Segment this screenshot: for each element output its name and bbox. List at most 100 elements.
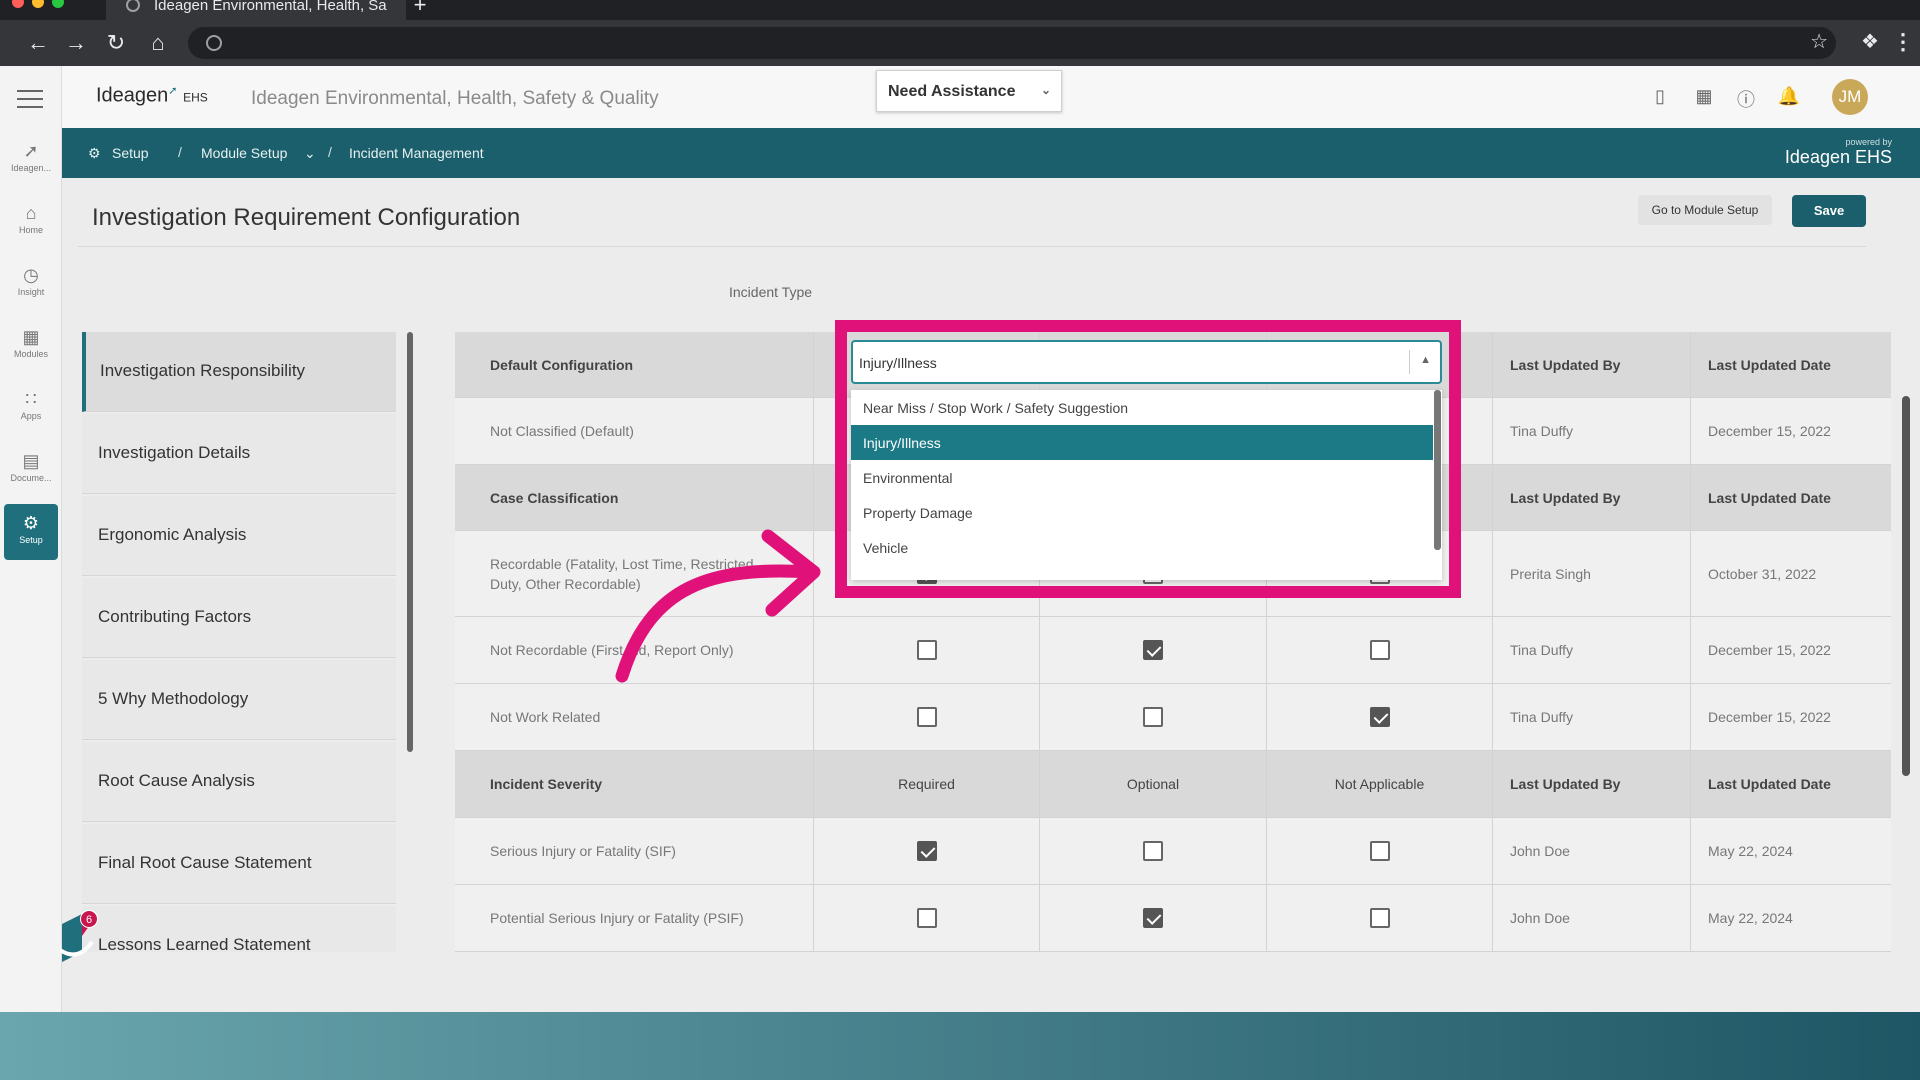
powered-by-label: powered by <box>1845 137 1892 147</box>
browser-menu-icon[interactable]: ⋮ <box>1892 29 1914 55</box>
optional-checkbox[interactable] <box>1143 908 1163 928</box>
leftnav-item-apps[interactable]: ∷ Apps <box>4 388 58 444</box>
menu-item-contributing-factors[interactable]: Contributing Factors <box>82 578 396 658</box>
leftnav-item-ideagen[interactable]: ➚ Ideagen... <box>4 140 58 196</box>
new-tab-button[interactable]: + <box>408 0 432 18</box>
column-header: Last Updated By <box>1493 332 1691 397</box>
breadcrumb-setup[interactable]: Setup <box>112 145 149 161</box>
bookmark-star-icon[interactable]: ☆ <box>1810 29 1828 54</box>
menu-item-final-root-cause-statement[interactable]: Final Root Cause Statement <box>82 824 396 904</box>
leftnav-item-documents[interactable]: ▤ Docume... <box>4 450 58 506</box>
menu-item-investigation-details[interactable]: Investigation Details <box>82 414 396 494</box>
menu-item-lessons-learned-statement[interactable]: Lessons Learned Statement <box>82 906 396 952</box>
tab-favicon-icon <box>126 0 140 12</box>
required-checkbox[interactable] <box>916 707 937 727</box>
bell-icon[interactable]: 🔔 <box>1777 86 1801 107</box>
window-minimize-control[interactable] <box>32 0 44 8</box>
required-cell <box>814 818 1040 884</box>
chevron-down-icon: ⌄ <box>1040 83 1051 97</box>
optional-cell <box>1040 818 1267 884</box>
back-icon[interactable]: ← <box>24 29 52 57</box>
not-applicable-checkbox[interactable] <box>1369 707 1390 727</box>
not-applicable-checkbox[interactable] <box>1369 908 1390 928</box>
last-updated-by: Prerita Singh <box>1493 531 1691 616</box>
help-icon[interactable]: ⓘ <box>1734 86 1758 112</box>
ideagen-logo[interactable]: Ideagen➚ EHS <box>96 84 208 108</box>
address-bar[interactable]: ☆ <box>188 27 1836 59</box>
menu-item-investigation-responsibility[interactable]: Investigation Responsibility <box>82 332 396 412</box>
mobile-icon[interactable]: ▯ <box>1648 86 1672 107</box>
optional-checkbox[interactable] <box>1143 841 1163 861</box>
gear-icon: ⚙ <box>22 513 40 533</box>
option-injury-illness[interactable]: Injury/Illness <box>851 425 1433 460</box>
leftnav-label: Insight <box>17 287 45 297</box>
required-checkbox[interactable] <box>916 908 937 928</box>
column-header: Required <box>814 751 1040 817</box>
last-updated-date: October 31, 2022 <box>1708 565 1817 582</box>
select-divider <box>1409 350 1410 374</box>
powered-by-logo: powered by Ideagen EHS <box>1785 137 1892 168</box>
optional-cell <box>1040 684 1267 750</box>
powered-by-brand: Ideagen EHS <box>1784 147 1892 167</box>
last-updated-by: John Doe <box>1493 818 1691 884</box>
last-updated-date: May 22, 2024 <box>1708 843 1793 859</box>
go-to-module-setup-button[interactable]: Go to Module Setup <box>1638 195 1772 225</box>
column-header: Last Updated By <box>1493 751 1691 817</box>
site-info-icon[interactable] <box>206 35 222 51</box>
avatar[interactable]: JM <box>1832 79 1868 115</box>
not-applicable-checkbox[interactable] <box>1369 640 1390 660</box>
home-browser-icon[interactable]: ⌂ <box>144 29 172 57</box>
option-near-miss[interactable]: Near Miss / Stop Work / Safety Suggestio… <box>851 390 1433 425</box>
not-applicable-cell <box>1267 885 1493 951</box>
required-checkbox[interactable] <box>916 841 937 861</box>
browser-tab-strip: Ideagen Environmental, Health, Sa + <box>0 0 1920 20</box>
app-window: ➚ Ideagen... ⌂ Home ◷ Insight ▦ Modules … <box>0 66 1920 1012</box>
dropdown-scrollbar[interactable] <box>1434 390 1441 550</box>
option-environmental[interactable]: Environmental <box>851 460 1433 495</box>
leftnav-item-home[interactable]: ⌂ Home <box>4 202 58 258</box>
need-assistance-dropdown[interactable]: Need Assistance ⌄ <box>876 70 1062 112</box>
column-header: Incident Severity <box>455 751 814 817</box>
column-header: Last Updated Date <box>1708 356 1831 373</box>
incident-type-select[interactable]: Injury/Illness ▲ <box>851 340 1442 384</box>
optional-checkbox[interactable] <box>1143 707 1163 727</box>
column-header: Not Applicable <box>1267 751 1493 817</box>
save-button[interactable]: Save <box>1792 195 1866 227</box>
menu-item-root-cause-analysis[interactable]: Root Cause Analysis <box>82 742 396 822</box>
last-updated-date: December 15, 2022 <box>1708 642 1831 658</box>
leftnav-item-insight[interactable]: ◷ Insight <box>4 264 58 320</box>
forward-icon[interactable]: → <box>62 29 90 57</box>
chevron-up-icon[interactable]: ▲ <box>1420 354 1431 366</box>
last-updated-date: December 15, 2022 <box>1708 709 1831 725</box>
last-updated-by: Tina Duffy <box>1493 684 1691 750</box>
option-property-damage[interactable]: Property Damage <box>851 495 1433 530</box>
table-scrollbar[interactable] <box>1902 396 1910 776</box>
last-updated-by: Tina Duffy <box>1493 617 1691 683</box>
required-checkbox[interactable] <box>916 640 937 660</box>
window-zoom-control[interactable] <box>52 0 64 8</box>
reload-icon[interactable]: ↻ <box>102 29 130 57</box>
menu-item-5-why-methodology[interactable]: 5 Why Methodology <box>82 660 396 740</box>
leftnav-item-modules[interactable]: ▦ Modules <box>4 326 58 382</box>
extensions-icon[interactable]: ❖ <box>1856 29 1884 54</box>
need-assistance-label: Need Assistance <box>888 83 1016 100</box>
app-header: Ideagen➚ EHS Ideagen Environmental, Heal… <box>62 66 1920 128</box>
chevron-down-icon[interactable]: ⌄ <box>304 145 316 162</box>
page-title: Investigation Requirement Configuration <box>92 204 521 231</box>
app-title: Ideagen Environmental, Health, Safety & … <box>251 88 659 109</box>
section-menu-scrollbar[interactable] <box>407 332 413 752</box>
optional-checkbox[interactable] <box>1143 640 1163 660</box>
browser-tab[interactable]: Ideagen Environmental, Health, Sa <box>106 0 406 20</box>
leftnav-item-setup[interactable]: ⚙ Setup <box>4 504 58 560</box>
menu-item-ergonomic-analysis[interactable]: Ergonomic Analysis <box>82 496 396 576</box>
hamburger-menu-icon[interactable] <box>17 90 43 110</box>
leftnav-label: Ideagen... <box>10 163 52 173</box>
breadcrumb-module-setup[interactable]: Module Setup <box>201 145 287 161</box>
calendar-icon[interactable]: ▦ <box>1692 86 1716 107</box>
incident-type-label: Incident Type <box>729 284 813 300</box>
not-applicable-checkbox[interactable] <box>1369 841 1390 861</box>
option-vehicle[interactable]: Vehicle <box>851 530 1433 565</box>
window-close-control[interactable] <box>12 0 24 8</box>
last-updated-date: May 22, 2024 <box>1708 910 1793 926</box>
notification-widget[interactable]: 6 <box>58 910 100 962</box>
